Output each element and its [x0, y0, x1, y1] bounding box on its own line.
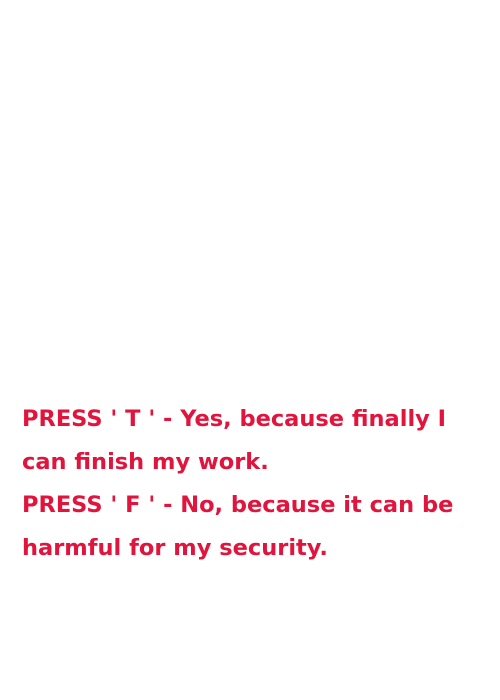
option-f-no: PRESS ' F ' - No, because it can be harm… — [22, 492, 454, 561]
option-t-yes: PRESS ' T ' - Yes, because finally I can… — [22, 406, 447, 475]
choice-screen: PRESS ' T ' - Yes, because finally I can… — [0, 0, 500, 700]
choice-prompt: PRESS ' T ' - Yes, because finally I can… — [22, 398, 492, 570]
